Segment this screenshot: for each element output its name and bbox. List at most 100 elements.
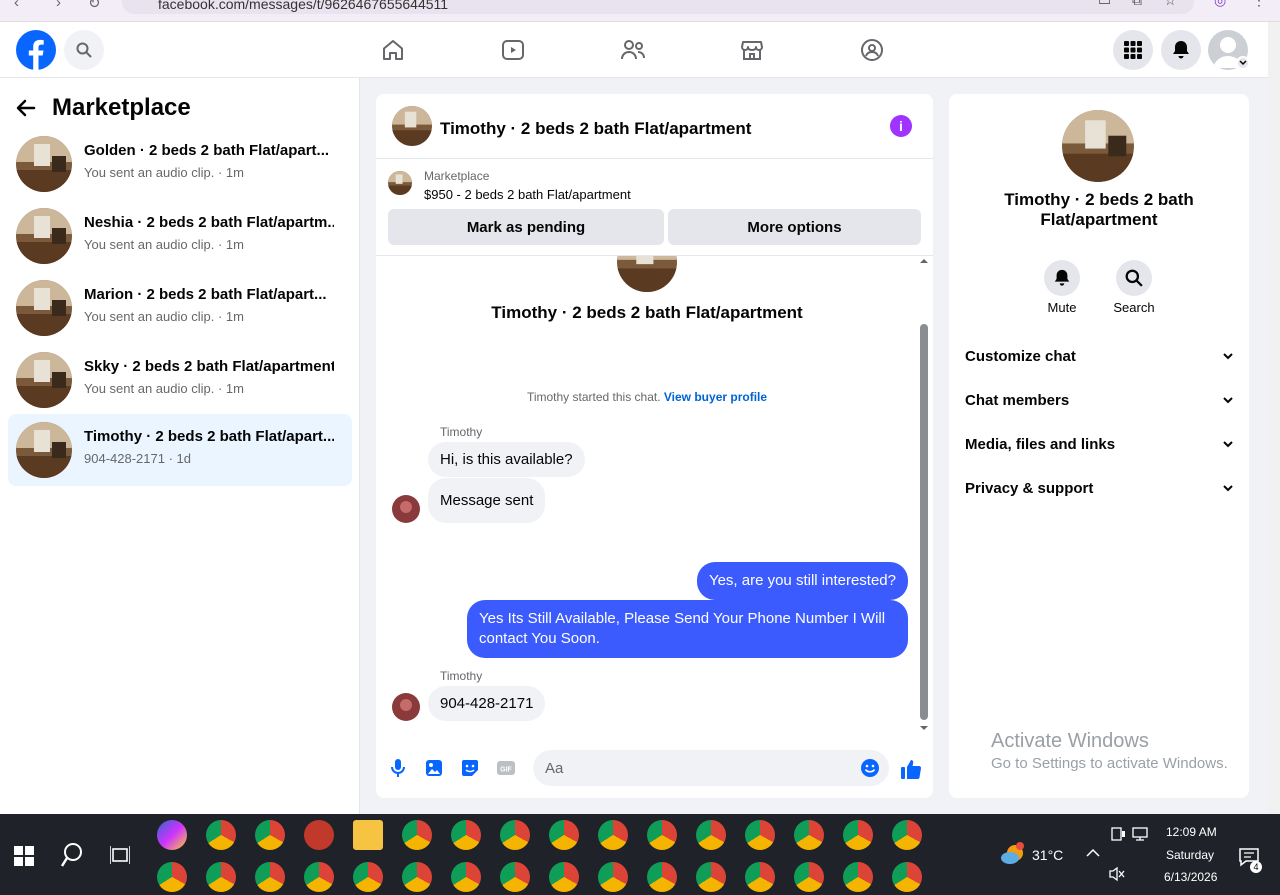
tab-video[interactable] (457, 22, 569, 78)
chrome-app-icon[interactable] (794, 820, 824, 850)
details-avatar[interactable] (1062, 110, 1134, 182)
chrome-app-icon[interactable] (696, 820, 726, 850)
chrome-app-icon[interactable] (843, 862, 873, 892)
info-icon[interactable]: i (890, 115, 912, 137)
back-icon[interactable]: ‹ (14, 0, 19, 11)
menu-button[interactable] (1113, 30, 1153, 70)
forward-icon[interactable]: › (56, 0, 61, 11)
chrome-app-icon[interactable] (892, 862, 922, 892)
chat-title[interactable]: Timothy · 2 beds 2 bath Flat/apartment (440, 119, 751, 139)
view-buyer-profile-link[interactable]: View buyer profile (664, 390, 767, 404)
section-chat-members[interactable]: Chat members (965, 378, 1233, 422)
chat-scrollbar[interactable] (918, 256, 930, 738)
sender-avatar[interactable] (392, 693, 420, 721)
search-in-chat-button[interactable] (1116, 260, 1152, 296)
chrome-app-icon[interactable] (745, 820, 775, 850)
clock-date[interactable]: 6/13/2026 (1164, 870, 1217, 884)
chrome-app-icon[interactable] (647, 820, 677, 850)
conversation-item[interactable]: Marion · 2 beds 2 bath Flat/apart... You… (8, 272, 352, 344)
chrome-app-icon[interactable] (402, 820, 432, 850)
install-app-icon[interactable]: ▭ (1098, 0, 1111, 9)
taskbar-search-icon[interactable] (60, 842, 84, 868)
tab-marketplace[interactable] (696, 22, 808, 78)
network-icon[interactable] (1132, 826, 1150, 842)
facebook-logo-icon[interactable] (16, 30, 56, 70)
message-bubble-incoming[interactable]: Message sent (428, 478, 546, 523)
tab-groups[interactable] (816, 22, 928, 78)
chrome-app-icon[interactable] (500, 862, 530, 892)
section-customize-chat[interactable]: Customize chat (965, 334, 1233, 378)
more-options-button[interactable]: More options (668, 209, 921, 245)
message-bubble-incoming[interactable]: Hi, is this available? (428, 442, 585, 477)
chrome-app-icon[interactable] (549, 862, 579, 892)
snipping-tool-icon[interactable] (304, 820, 334, 850)
chrome-app-icon[interactable] (255, 862, 285, 892)
chrome-app-icon[interactable] (402, 862, 432, 892)
chrome-app-icon[interactable] (549, 820, 579, 850)
page-scrollbar[interactable] (1268, 22, 1280, 814)
conversation-item[interactable]: Golden · 2 beds 2 bath Flat/apart... You… (8, 128, 352, 200)
chrome-app-icon[interactable] (892, 820, 922, 850)
chrome-app-icon[interactable] (304, 862, 334, 892)
tab-friends[interactable] (577, 22, 689, 78)
show-hidden-icons-chevron-icon[interactable] (1086, 848, 1100, 858)
copilot-icon[interactable] (157, 820, 187, 850)
chrome-app-icon[interactable] (843, 820, 873, 850)
tab-home[interactable] (337, 22, 449, 78)
search-button[interactable] (64, 30, 104, 70)
chrome-app-icon[interactable] (451, 820, 481, 850)
address-bar[interactable]: facebook.com/messages/t/9626467655644511 (122, 0, 1194, 14)
clock-day[interactable]: Saturday (1166, 848, 1214, 862)
notifications-button[interactable] (1161, 30, 1201, 70)
volume-muted-icon[interactable] (1108, 866, 1126, 882)
meet-now-icon[interactable] (1110, 826, 1126, 842)
chrome-app-icon[interactable] (696, 862, 726, 892)
windows-start-icon[interactable] (14, 846, 34, 866)
photo-icon[interactable] (424, 758, 444, 778)
listing-thumbnail[interactable] (388, 171, 412, 195)
conversation-item[interactable]: Neshia · 2 beds 2 bath Flat/apartm... Yo… (8, 200, 352, 272)
sender-avatar[interactable] (392, 495, 420, 523)
chrome-app-icon[interactable] (157, 862, 187, 892)
task-view-icon[interactable] (110, 846, 130, 864)
message-bubble-outgoing[interactable]: Yes Its Still Available, Please Send You… (467, 600, 908, 658)
chrome-app-icon[interactable] (353, 862, 383, 892)
chrome-app-icon[interactable] (745, 862, 775, 892)
account-menu-chevron-icon[interactable] (1236, 56, 1250, 70)
chrome-app-icon[interactable] (206, 862, 236, 892)
section-media-files-links[interactable]: Media, files and links (965, 422, 1233, 466)
microphone-icon[interactable] (388, 758, 408, 778)
profile-icon[interactable]: ◎ (1214, 0, 1226, 9)
message-bubble-outgoing[interactable]: Yes, are you still interested? (696, 562, 908, 600)
chrome-app-icon[interactable] (647, 862, 677, 892)
chrome-app-icon[interactable] (598, 862, 628, 892)
back-arrow-icon[interactable] (16, 98, 36, 118)
mute-button[interactable] (1044, 260, 1080, 296)
conversation-item[interactable]: Skky · 2 beds 2 bath Flat/apartment You … (8, 344, 352, 416)
conversation-item-active[interactable]: Timothy · 2 beds 2 bath Flat/apart... 90… (8, 414, 352, 486)
bookmark-star-icon[interactable]: ☆ (1164, 0, 1177, 9)
reload-icon[interactable]: ↻ (88, 0, 101, 12)
file-explorer-icon[interactable] (353, 820, 383, 850)
extensions-icon[interactable]: ⧉ (1132, 0, 1142, 9)
sticker-icon[interactable] (460, 758, 480, 778)
chrome-app-icon[interactable] (206, 820, 236, 850)
chrome-app-icon[interactable] (255, 820, 285, 850)
chat-avatar[interactable] (392, 106, 432, 146)
weather-temperature[interactable]: 31°C (1032, 847, 1063, 863)
emoji-icon[interactable] (860, 758, 880, 778)
browser-menu-icon[interactable]: ⋮ (1252, 0, 1266, 9)
message-input[interactable]: Aa (533, 750, 889, 786)
chrome-app-icon[interactable] (598, 820, 628, 850)
mark-as-pending-button[interactable]: Mark as pending (388, 209, 664, 245)
like-thumb-icon[interactable] (900, 758, 922, 780)
weather-icon[interactable] (1000, 842, 1026, 866)
chrome-app-icon[interactable] (794, 862, 824, 892)
listing-price[interactable]: $950 - 2 beds 2 bath Flat/apartment (424, 187, 631, 202)
chrome-app-icon[interactable] (451, 862, 481, 892)
gif-icon[interactable]: GIF (496, 758, 516, 778)
clock-time[interactable]: 12:09 AM (1166, 825, 1217, 839)
chrome-app-icon[interactable] (500, 820, 530, 850)
section-privacy-support[interactable]: Privacy & support (965, 466, 1233, 510)
message-bubble-incoming[interactable]: 904-428-2171 (428, 686, 546, 721)
